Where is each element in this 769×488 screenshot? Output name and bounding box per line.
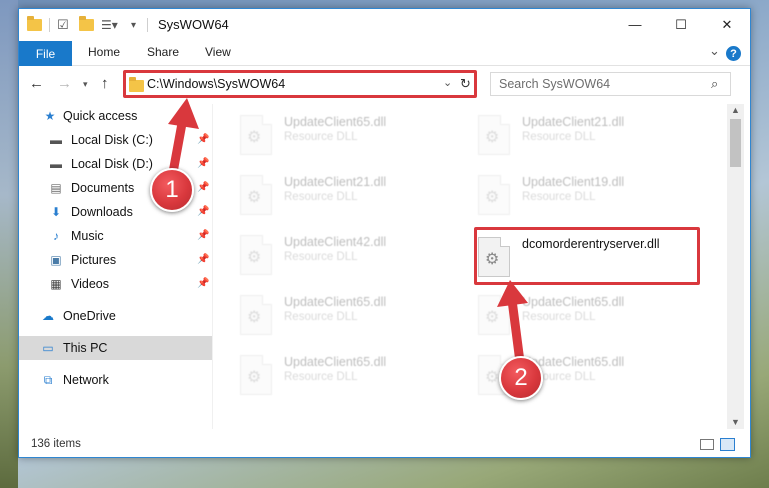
new-folder-icon[interactable] [79, 16, 94, 34]
file-item[interactable]: ⚙ UpdateClient42.dll Resource DLL [240, 232, 460, 284]
scroll-up-icon[interactable]: ▲ [731, 105, 740, 115]
navigation-pane: ★ Quick access ▬ Local Disk (C:) 📌 ▬ Loc… [19, 104, 212, 429]
pin-icon: 📌 [197, 182, 210, 193]
file-item[interactable]: ⚙ UpdateClient65.dll Resource DLL [478, 292, 698, 344]
nav-item-music[interactable]: ♪ Music 📌 [19, 224, 212, 248]
maximize-button[interactable]: ☐ [658, 9, 704, 40]
file-item[interactable]: ⚙ UpdateClient65.dll Resource DLL [240, 112, 460, 164]
target-dll-file[interactable]: ⚙ dcomorderentryserver.dll [478, 234, 698, 286]
gear-icon: ⚙ [485, 129, 500, 146]
star-icon: ★ [44, 109, 56, 123]
gear-icon: ⚙ [485, 369, 500, 386]
details-view-icon[interactable] [700, 439, 714, 450]
search-box[interactable]: Search SysWOW64 ⌕ [490, 72, 731, 96]
pin-icon: 📌 [197, 134, 210, 145]
dropdown-arrow-icon[interactable]: ▾ [131, 16, 136, 34]
search-icon[interactable]: ⌕ [711, 76, 718, 92]
forward-arrow-icon[interactable]: → [57, 75, 72, 92]
gear-icon: ⚙ [485, 251, 500, 268]
gear-icon: ⚙ [247, 129, 262, 146]
expand-ribbon-icon[interactable]: ⌄ [709, 43, 720, 59]
documents-icon: ▤ [50, 181, 62, 195]
customize-toolbar-icon[interactable]: ☰▾ [101, 16, 118, 34]
address-bar[interactable]: C:\Windows\SysWOW64 ⌄ [124, 72, 475, 96]
status-bar: 136 items [19, 433, 750, 457]
file-item[interactable]: ⚙ UpdateClient19.dll Resource DLL [478, 172, 698, 224]
gear-icon: ⚙ [485, 189, 500, 206]
step-1-badge: 1 [150, 168, 194, 212]
pin-icon: 📌 [197, 206, 210, 217]
nav-item-this-pc[interactable]: ▭ This PC [19, 336, 212, 360]
cloud-icon: ☁ [42, 309, 54, 323]
step-2-badge: 2 [499, 356, 543, 400]
properties-icon[interactable]: ☑ [57, 16, 69, 34]
file-list: ⚙ UpdateClient65.dll Resource DLL ⚙ Upda… [213, 104, 727, 429]
tab-home[interactable]: Home [88, 45, 120, 59]
file-item[interactable]: ⚙ UpdateClient65.dll Resource DLL [240, 292, 460, 344]
pin-icon: 📌 [197, 254, 210, 265]
recent-locations-icon[interactable]: ▾ [83, 79, 88, 90]
drive-icon: ▬ [50, 133, 62, 147]
nav-item-network[interactable]: ⧉ Network [19, 368, 212, 392]
refresh-icon[interactable]: ↻ [456, 72, 476, 96]
minimize-button[interactable]: — [612, 9, 658, 40]
window-title: SysWOW64 [158, 17, 229, 32]
nav-item-videos[interactable]: ▦ Videos 📌 [19, 272, 212, 296]
folder-icon [129, 77, 144, 92]
close-button[interactable]: ✕ [704, 9, 750, 40]
nav-item-quick-access[interactable]: ★ Quick access [19, 104, 212, 128]
gear-icon: ⚙ [247, 369, 262, 386]
address-path[interactable]: C:\Windows\SysWOW64 [147, 77, 285, 91]
back-arrow-icon[interactable]: ← [29, 75, 44, 92]
file-item[interactable]: ⚙ UpdateClient65.dll Resource DLL [240, 352, 460, 404]
download-icon: ⬇ [50, 205, 62, 219]
nav-item-local-disk-c[interactable]: ▬ Local Disk (C:) 📌 [19, 128, 212, 152]
gear-icon: ⚙ [247, 249, 262, 266]
pictures-icon: ▣ [50, 253, 62, 267]
quick-access-folder-icon[interactable] [27, 16, 42, 34]
drive-icon: ▬ [50, 157, 62, 171]
pin-icon: 📌 [197, 158, 210, 169]
file-explorer-window: ☑ ☰▾ ▾ SysWOW64 — ☐ ✕ File Home Share Vi… [18, 8, 751, 458]
chevron-down-icon[interactable]: ⌄ [443, 76, 452, 89]
computer-icon: ▭ [42, 341, 54, 355]
gear-icon: ⚙ [485, 309, 500, 326]
file-item[interactable]: ⚙ UpdateClient21.dll Resource DLL [478, 112, 698, 164]
tab-share[interactable]: Share [147, 45, 179, 59]
tab-file[interactable]: File [19, 41, 72, 66]
ribbon-tabs: File Home Share View ⌄ ? [19, 41, 750, 66]
nav-item-pictures[interactable]: ▣ Pictures 📌 [19, 248, 212, 272]
title-bar: ☑ ☰▾ ▾ SysWOW64 — ☐ ✕ [19, 9, 750, 41]
gear-icon: ⚙ [247, 309, 262, 326]
tab-view[interactable]: View [205, 45, 231, 59]
search-placeholder: Search SysWOW64 [499, 77, 611, 91]
nav-item-onedrive[interactable]: ☁ OneDrive [19, 304, 212, 328]
desktop-background [0, 0, 18, 488]
music-icon: ♪ [53, 229, 59, 243]
pin-icon: 📌 [197, 278, 210, 289]
large-icons-view-icon[interactable] [720, 438, 735, 451]
gear-icon: ⚙ [247, 189, 262, 206]
item-count: 136 items [31, 438, 81, 450]
scroll-down-icon[interactable]: ▼ [731, 417, 740, 427]
network-icon: ⧉ [43, 372, 53, 387]
help-icon[interactable]: ? [726, 46, 741, 61]
scrollbar-thumb[interactable] [730, 119, 741, 167]
file-item[interactable]: ⚙ UpdateClient21.dll Resource DLL [240, 172, 460, 224]
up-arrow-icon[interactable]: ↑ [101, 75, 109, 92]
pin-icon: 📌 [197, 230, 210, 241]
videos-icon: ▦ [50, 277, 62, 291]
